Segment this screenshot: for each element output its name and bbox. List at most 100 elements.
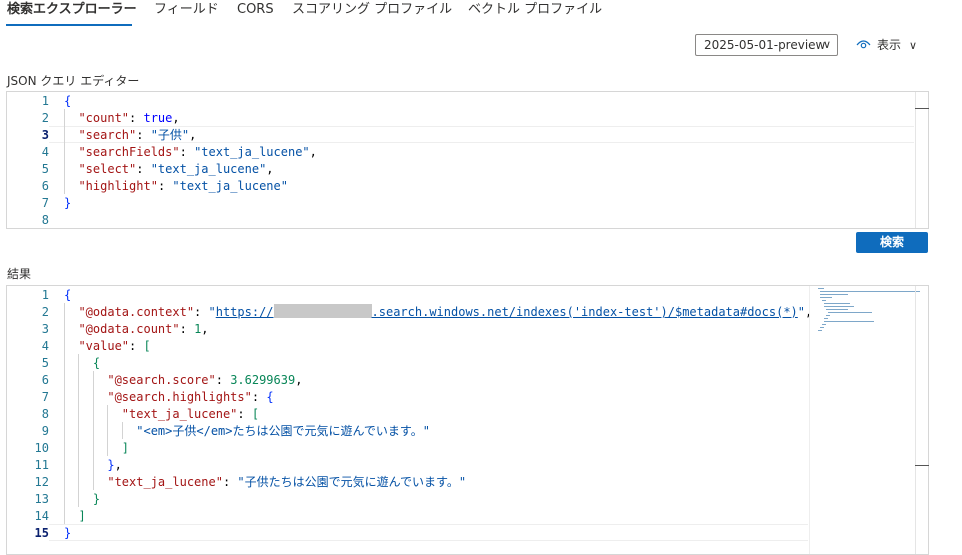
code-token: :	[157, 179, 173, 193]
scrollbar-marker	[915, 108, 929, 109]
context-url-link[interactable]: https://	[216, 305, 274, 319]
tab-search-explorer[interactable]: 検索エクスプローラー	[7, 0, 137, 22]
code-line: "@odata.context": "https://.search.windo…	[64, 304, 812, 321]
line-number: 15	[34, 526, 49, 540]
results-viewer[interactable]: 1 2 3 4 5 6 7 8 9 10 11 12 13 14 15 { "@odata.context"…	[6, 285, 929, 555]
query-editor-label: JSON クエリ エディター	[7, 74, 140, 88]
code-token: "count"	[78, 111, 130, 125]
code-token: "highlight"	[78, 179, 158, 193]
tab-bar: 検索エクスプローラー フィールド CORS スコアリング プロファイル ベクトル…	[0, 0, 962, 28]
code-line: "text_ja_lucene": "子供たちは公園で元気に遊んでいます。"	[64, 474, 466, 491]
code-line: {	[64, 93, 71, 110]
code-token: "	[208, 305, 216, 319]
code-line: },	[64, 457, 121, 474]
code-token: "<em>子供</em>たちは公園で元気に遊んでいます。"	[136, 424, 430, 438]
code-line: "searchFields": "text_ja_lucene",	[64, 144, 317, 161]
line-number: 4	[41, 339, 49, 353]
code-token: :	[179, 145, 195, 159]
code-line: ]	[64, 508, 86, 525]
code-token: [	[251, 407, 260, 421]
code-token: true	[143, 111, 173, 125]
code-token: }	[107, 458, 115, 472]
minimap[interactable]	[809, 286, 921, 554]
code-line: "@odata.count": 1,	[64, 321, 209, 338]
tab-fields[interactable]: フィールド	[154, 0, 219, 22]
code-token: ,	[172, 111, 180, 125]
code-token: 3.6299639	[230, 373, 296, 387]
line-number: 3	[41, 322, 49, 336]
code-token: ]	[78, 509, 86, 523]
line-number: 7	[41, 196, 49, 210]
line-number: 11	[34, 458, 49, 472]
code-token: "text_ja_lucene"	[150, 162, 267, 176]
line-number: 10	[34, 441, 49, 455]
code-line: {	[64, 287, 71, 304]
code-token: :	[129, 339, 144, 353]
line-number: 1	[41, 288, 49, 302]
redacted-host	[273, 304, 372, 318]
line-number: 6	[41, 179, 49, 193]
line-number: 14	[34, 509, 49, 523]
line-number: 6	[41, 373, 49, 387]
api-version-dropdown[interactable]: 2025-05-01-preview ∨	[695, 34, 838, 56]
line-number: 8	[41, 213, 49, 227]
code-token: "text_ja_lucene"	[107, 475, 223, 489]
code-token: ,	[189, 128, 197, 142]
context-url-link[interactable]: .search.windows.net/indexes('index-test'…	[372, 305, 798, 319]
search-button[interactable]: 検索	[856, 232, 928, 253]
code-token: "select"	[78, 162, 137, 176]
current-line-highlight	[49, 524, 808, 541]
line-number: 5	[41, 162, 49, 176]
code-token: "search"	[78, 128, 137, 142]
code-token: [	[143, 339, 151, 353]
code-line: "<em>子供</em>たちは公園で元気に遊んでいます。"	[64, 423, 430, 440]
code-line: {	[64, 355, 100, 372]
line-number: 7	[41, 390, 49, 404]
line-number: 12	[34, 475, 49, 489]
code-token: "searchFields"	[78, 145, 180, 159]
tab-vector-profiles[interactable]: ベクトル プロファイル	[468, 0, 602, 22]
tab-scoring-profiles[interactable]: スコアリング プロファイル	[292, 0, 452, 22]
line-number: 1	[41, 94, 49, 108]
line-number: 3	[41, 128, 49, 142]
code-token: "value"	[78, 339, 130, 353]
code-line: "search": "子供",	[64, 127, 196, 144]
code-token: }	[64, 196, 72, 210]
active-tab-indicator	[6, 24, 132, 26]
tab-cors[interactable]: CORS	[237, 0, 274, 22]
results-scrollbar[interactable]	[915, 286, 928, 554]
line-number: 2	[41, 305, 49, 319]
editor-scrollbar[interactable]	[915, 92, 928, 228]
code-line: "@search.score": 3.6299639,	[64, 372, 302, 389]
code-token: "	[797, 305, 806, 319]
json-query-editor[interactable]: 1 2 3 4 5 6 7 8 { "count": true, "search": "子供"…	[6, 91, 929, 229]
code-token: :	[222, 475, 238, 489]
line-number: 13	[34, 492, 49, 506]
code-token: "text_ja_lucene"	[121, 407, 238, 421]
api-version-value: 2025-05-01-preview	[704, 38, 826, 52]
code-line: }	[64, 195, 71, 212]
view-toggle[interactable]: 表示 ∨	[856, 34, 917, 56]
code-token: "text_ja_lucene"	[172, 179, 288, 193]
code-token: "text_ja_lucene"	[194, 145, 310, 159]
code-token: "@odata.context"	[78, 305, 195, 319]
code-token: ,	[201, 322, 209, 336]
view-toggle-label: 表示	[877, 38, 902, 52]
code-token: "@odata.count"	[78, 322, 180, 336]
code-token: ,	[309, 145, 317, 159]
line-number: 8	[41, 407, 49, 421]
code-token: "@search.score"	[107, 373, 216, 387]
code-line: "text_ja_lucene": [	[64, 406, 259, 423]
line-number: 2	[41, 111, 49, 125]
